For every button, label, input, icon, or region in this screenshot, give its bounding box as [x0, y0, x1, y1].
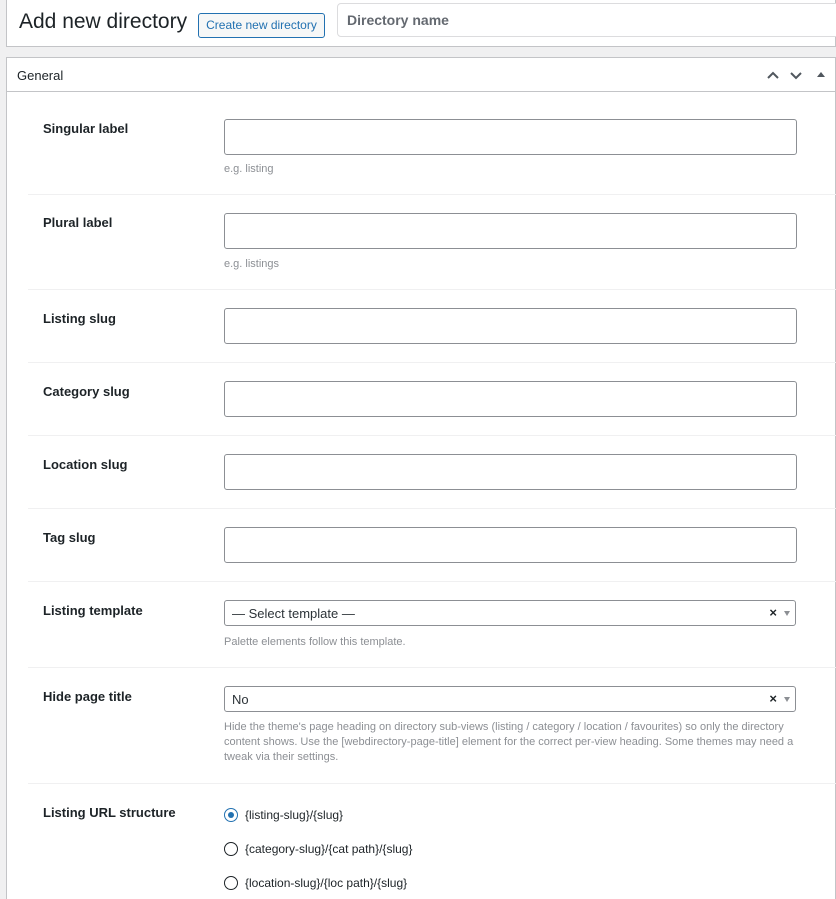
hide-page-title-select[interactable]: No × [224, 686, 796, 712]
category-slug-input[interactable] [224, 381, 797, 417]
dropdown-arrow-icon[interactable] [784, 697, 790, 702]
plural-label-hint: e.g. listings [224, 258, 280, 270]
general-panel: General Singular label e.g. listing Plur… [6, 57, 836, 899]
listing-slug-input[interactable] [224, 308, 797, 344]
hide-page-title-hint: Hide the theme's page heading on directo… [224, 721, 794, 763]
tag-slug-input[interactable] [224, 527, 797, 563]
create-new-directory-button[interactable]: Create new directory [198, 13, 325, 38]
plural-label-label: Plural label [43, 215, 113, 230]
field-row-singular-label: Singular label e.g. listing [28, 100, 836, 195]
dropdown-arrow-icon[interactable] [784, 611, 790, 616]
field-row-tag-slug: Tag slug [28, 509, 836, 582]
field-row-url-structure: Listing URL structure {listing-slug}/{sl… [28, 784, 836, 899]
field-row-hide-page-title: Hide page title No × Hide the theme's pa… [28, 668, 836, 784]
field-row-plural-label: Plural label e.g. listings [28, 195, 836, 290]
hide-page-title-value: No [232, 692, 249, 707]
directory-name-input[interactable] [337, 3, 836, 37]
url-structure-label: Listing URL structure [43, 805, 176, 820]
radio-checked-icon[interactable] [224, 808, 238, 822]
clear-icon[interactable]: × [769, 691, 777, 706]
field-row-location-slug: Location slug [28, 436, 836, 509]
directory-header-card: Add new directory Create new directory [6, 0, 836, 47]
field-row-category-slug: Category slug [28, 363, 836, 436]
page-title: Add new directory [19, 10, 188, 33]
singular-label-label: Singular label [43, 121, 129, 136]
location-slug-label: Location slug [43, 457, 128, 472]
plural-label-input[interactable] [224, 213, 797, 249]
url-structure-option-label: {category-slug}/{cat path}/{slug} [245, 842, 413, 856]
location-slug-input[interactable] [224, 454, 797, 490]
radio-unchecked-icon[interactable] [224, 876, 238, 890]
singular-label-hint: e.g. listing [224, 163, 274, 175]
chevron-up-icon[interactable] [764, 66, 782, 84]
listing-template-label: Listing template [43, 603, 143, 618]
url-structure-option-label: {listing-slug}/{slug} [245, 808, 344, 822]
chevron-down-icon[interactable] [787, 66, 805, 84]
tag-slug-label: Tag slug [43, 530, 96, 545]
panel-header[interactable]: General [7, 58, 835, 92]
listing-template-value: — Select template — [232, 606, 355, 621]
category-slug-label: Category slug [43, 384, 130, 399]
clear-icon[interactable]: × [769, 605, 777, 620]
panel-title: General [17, 68, 64, 83]
singular-label-input[interactable] [224, 119, 797, 155]
field-row-listing-slug: Listing slug [28, 290, 836, 363]
field-row-listing-template: Listing template — Select template — × P… [28, 582, 836, 668]
listing-template-select[interactable]: — Select template — × [224, 600, 796, 626]
collapse-triangle-icon[interactable] [812, 66, 830, 84]
radio-unchecked-icon[interactable] [224, 842, 238, 856]
hide-page-title-label: Hide page title [43, 689, 132, 704]
listing-template-hint: Palette elements follow this template. [224, 636, 406, 648]
url-structure-option-label: {location-slug}/{loc path}/{slug} [245, 876, 408, 890]
listing-slug-label: Listing slug [43, 311, 116, 326]
